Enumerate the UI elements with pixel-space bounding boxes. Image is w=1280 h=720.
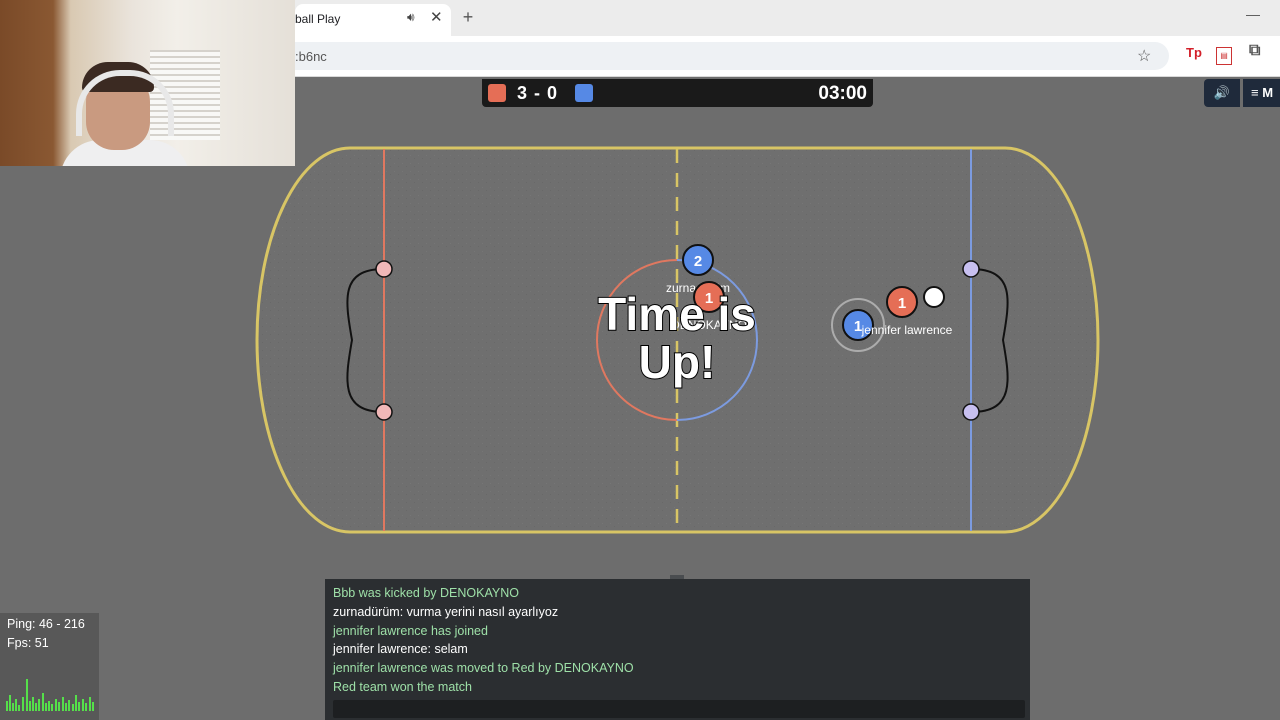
chat-line: Bbb was kicked by DENOKAYNO xyxy=(333,586,519,600)
red-goalpost-top xyxy=(375,260,393,278)
chat-panel: Bbb was kicked by DENOKAYNO zurnadürüm: … xyxy=(325,575,1030,720)
chat-line: Red team won the match xyxy=(333,680,472,694)
time-up-line2: Up! xyxy=(639,336,716,388)
chat-line: jennifer lawrence was moved to Red by DE… xyxy=(333,661,634,675)
time-up-line1: Time is xyxy=(598,288,756,340)
blue-goalpost-top xyxy=(962,260,980,278)
chat-line: jennifer lawrence: selam xyxy=(333,642,468,656)
chat-resize-handle[interactable] xyxy=(670,575,684,579)
player-red-1b: 1 xyxy=(886,286,918,318)
chat-line: jennifer lawrence has joined xyxy=(333,624,488,638)
network-stats: Ping: 46 - 216 Fps: 51 xyxy=(0,613,99,720)
red-goalpost-bottom xyxy=(375,403,393,421)
fps-readout: Fps: 51 xyxy=(7,636,49,650)
player-number: 1 xyxy=(898,295,906,312)
blue-goalpost-bottom xyxy=(962,403,980,421)
fps-graph xyxy=(6,679,94,711)
chat-line: zurnadürüm: vurma yerini nasıl ayarlıyoz xyxy=(333,605,559,619)
player-blue-2: 2 xyxy=(682,244,714,276)
ping-readout: Ping: 46 - 216 xyxy=(7,617,85,631)
chat-input[interactable] xyxy=(333,700,1025,718)
ball xyxy=(923,286,945,308)
player-name: jennifer lawrence xyxy=(861,323,953,337)
player-number: 2 xyxy=(694,253,702,270)
